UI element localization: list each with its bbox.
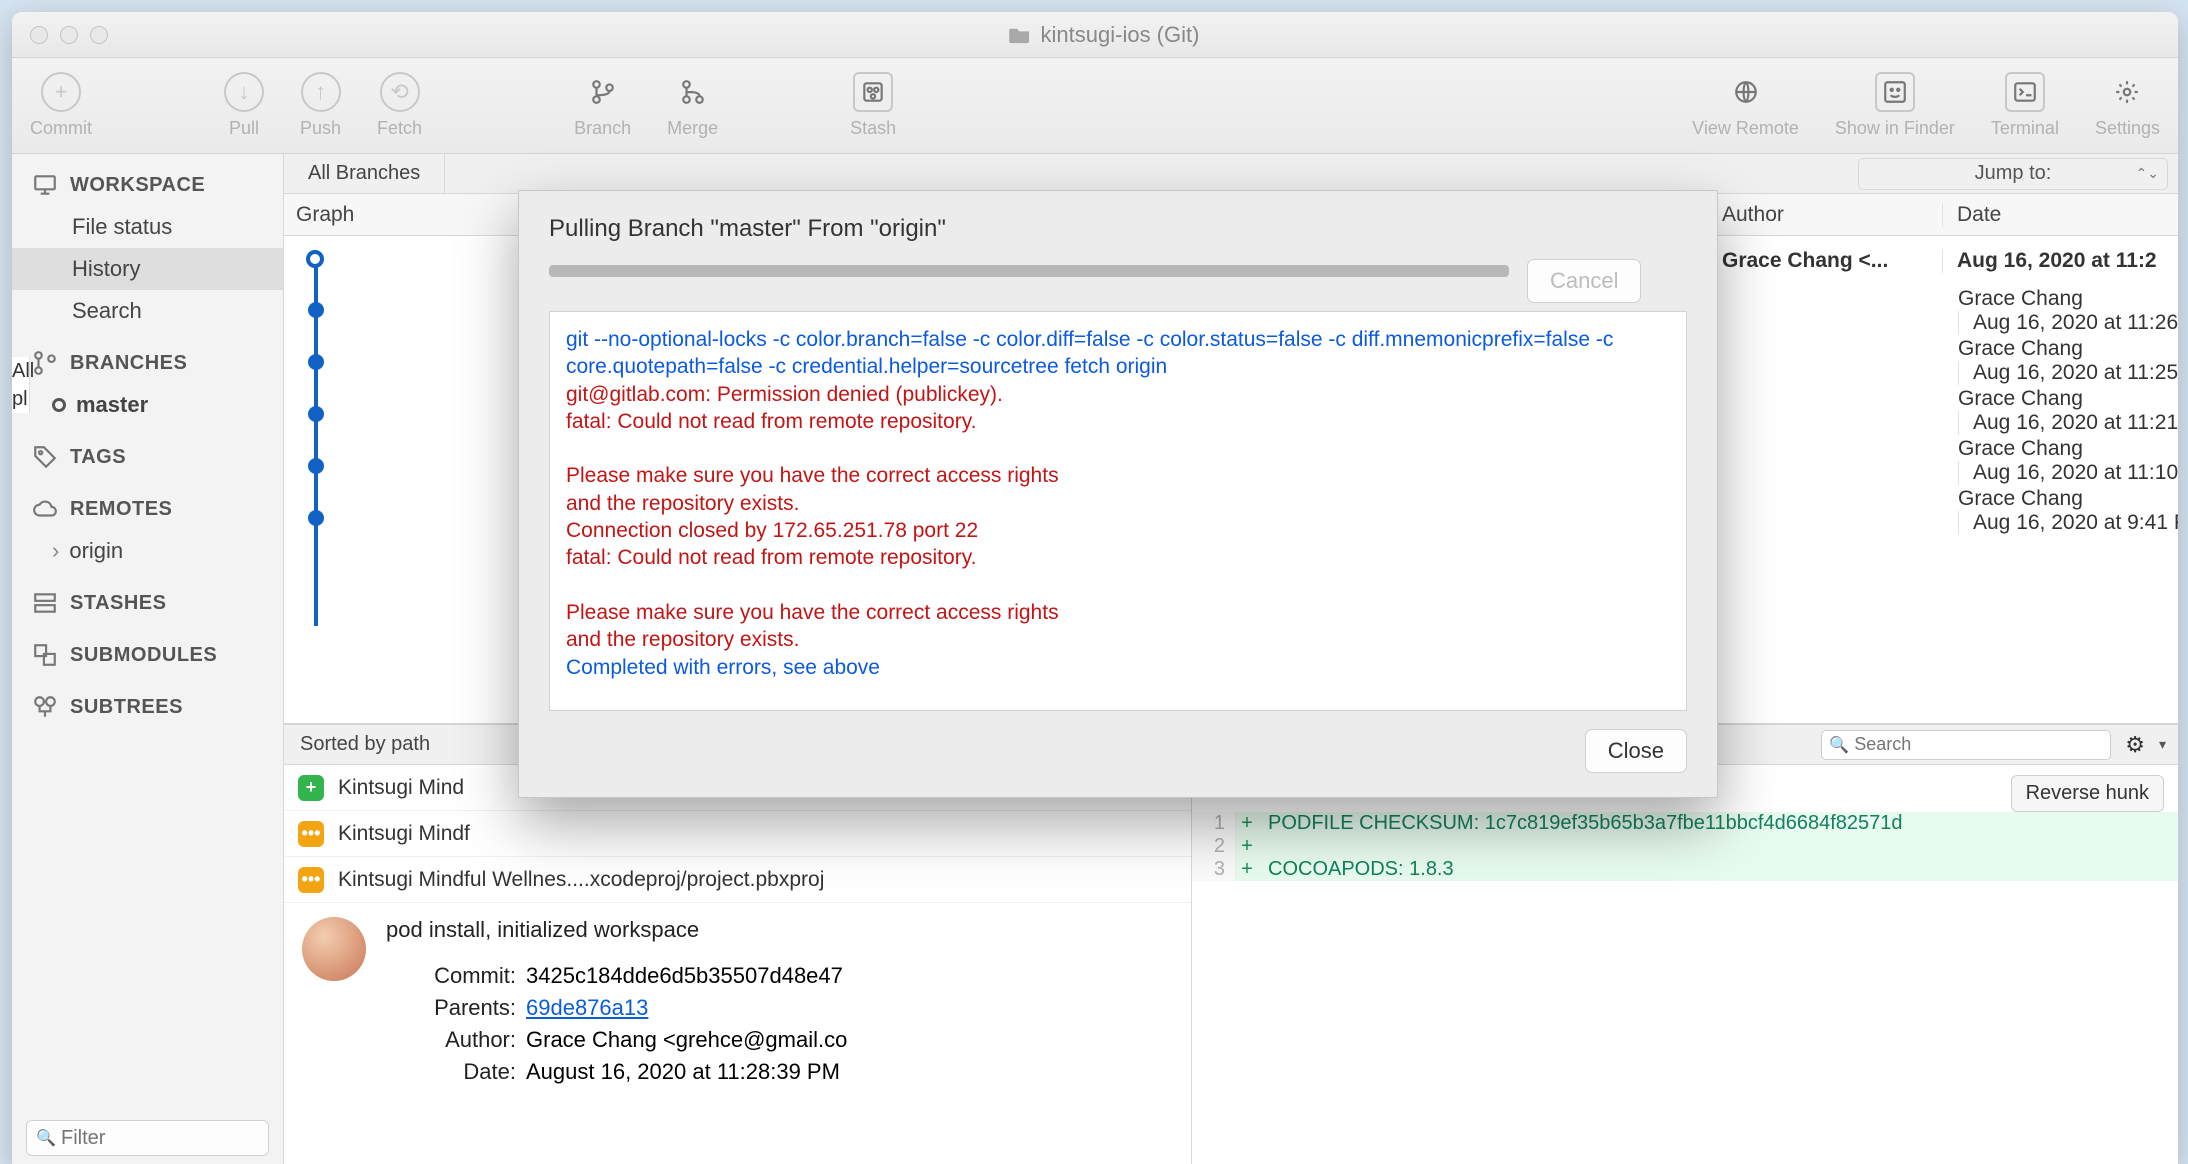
cancel-button[interactable]: Cancel (1527, 259, 1641, 303)
progress-bar (549, 265, 1509, 277)
stash-icon (853, 72, 893, 112)
commit-detail: pod install, initialized workspace Commi… (284, 903, 1191, 1099)
console-output: git --no-optional-locks -c color.branch=… (549, 311, 1687, 711)
window-title: kintsugi-ios (Git) (108, 22, 2100, 48)
avatar (302, 917, 366, 981)
parent-link[interactable]: 69de876a13 (526, 995, 648, 1020)
window-controls (30, 26, 108, 44)
diff-line: 1+PODFILE CHECKSUM: 1c7c819ef35b65b3a7fb… (1192, 812, 2178, 835)
left-tab-pl[interactable]: pl (12, 388, 29, 411)
tags-header[interactable]: TAGS (12, 436, 283, 478)
commit-node[interactable] (308, 302, 324, 318)
reverse-hunk-button[interactable]: Reverse hunk (2011, 775, 2164, 812)
fetch-button[interactable]: ⟲Fetch (377, 72, 422, 139)
remotes-header[interactable]: REMOTES (12, 488, 283, 530)
globe-icon (1726, 72, 1766, 112)
titlebar: kintsugi-ios (Git) (12, 12, 2178, 58)
sidebar-item-origin[interactable]: › origin (12, 530, 283, 572)
sidebar: WORKSPACE File status History Search BRA… (12, 154, 284, 1164)
stash-button[interactable]: Stash (850, 72, 896, 139)
commit-node[interactable] (308, 406, 324, 422)
terminal-button[interactable]: Terminal (1991, 72, 2059, 139)
commit-node[interactable] (306, 250, 324, 268)
cloud-icon (32, 496, 58, 522)
app-window: kintsugi-ios (Git) +Commit ↓Pull ↑Push ⟲… (12, 12, 2178, 1164)
left-tab-strip: All pl (12, 357, 30, 413)
left-tab-all[interactable]: All (12, 360, 29, 383)
close-window-button[interactable] (30, 26, 48, 44)
commit-node[interactable] (308, 458, 324, 474)
commit-date: August 16, 2020 at 11:28:39 PM (526, 1059, 847, 1085)
close-button[interactable]: Close (1585, 729, 1687, 773)
sidebar-item-search[interactable]: Search (12, 290, 283, 332)
stashes-icon (32, 590, 58, 616)
settings-button[interactable]: Settings (2095, 72, 2160, 139)
terminal-icon (2005, 72, 2045, 112)
submodules-icon (32, 642, 58, 668)
commit-node[interactable] (308, 354, 324, 370)
diff-line: 3+COCOAPODS: 1.8.3 (1192, 858, 2178, 881)
zoom-window-button[interactable] (90, 26, 108, 44)
branch-icon (583, 72, 623, 112)
window-title-text: kintsugi-ios (Git) (1041, 22, 1200, 48)
submodules-header[interactable]: SUBMODULES (12, 634, 283, 676)
sidebar-item-master[interactable]: master (12, 384, 283, 426)
diff-search-input[interactable] (1821, 730, 2111, 760)
diff-line: 2+ (1192, 835, 2178, 858)
arrow-up-icon: ↑ (301, 72, 341, 112)
commit-author: Grace Chang <grehce@gmail.co (526, 1027, 847, 1053)
subtrees-icon (32, 694, 58, 720)
merge-icon (673, 72, 713, 112)
tab-all-branches[interactable]: All Branches (284, 154, 445, 193)
sidebar-item-file-status[interactable]: File status (12, 206, 283, 248)
file-row[interactable]: •••Kintsugi Mindful Wellnes....xcodeproj… (284, 857, 1191, 903)
stashes-header[interactable]: STASHES (12, 582, 283, 624)
search-icon: 🔍 (36, 1128, 56, 1148)
commit-node[interactable] (308, 510, 324, 526)
file-status-badge: + (298, 775, 324, 801)
folder-icon (1009, 26, 1031, 44)
sidebar-filter-input[interactable] (26, 1120, 269, 1156)
column-graph[interactable]: Graph (284, 203, 534, 227)
commit-hash: 3425c184dde6d5b35507d48e47 (526, 963, 847, 989)
gear-icon (2107, 72, 2147, 112)
commit-button[interactable]: +Commit (30, 72, 92, 139)
chevron-down-icon[interactable]: ▾ (2159, 736, 2166, 753)
subtrees-header[interactable]: SUBTREES (12, 686, 283, 728)
show-in-finder-button[interactable]: Show in Finder (1835, 72, 1955, 139)
commit-graph (284, 236, 534, 723)
finder-icon (1875, 72, 1915, 112)
file-row[interactable]: •••Kintsugi Mindf (284, 811, 1191, 857)
workspace-header[interactable]: WORKSPACE (12, 164, 283, 206)
file-status-badge: ••• (298, 821, 324, 847)
chevron-right-icon: › (52, 538, 59, 564)
commit-message: pod install, initialized workspace (386, 917, 847, 943)
merge-button[interactable]: Merge (667, 72, 718, 139)
search-icon: 🔍 (1829, 735, 1849, 755)
branch-button[interactable]: Branch (574, 72, 631, 139)
pull-button[interactable]: ↓Pull (224, 72, 264, 139)
current-branch-icon (52, 398, 66, 412)
view-remote-button[interactable]: View Remote (1692, 72, 1799, 139)
monitor-icon (32, 172, 58, 198)
column-date[interactable]: Date (1942, 203, 2178, 227)
sidebar-item-history[interactable]: History (12, 248, 283, 290)
gear-icon[interactable]: ⚙ (2125, 732, 2145, 758)
chevron-up-down-icon: ⌃⌄ (2136, 165, 2159, 182)
file-status-badge: ••• (298, 867, 324, 893)
plus-icon: + (41, 72, 81, 112)
toolbar: +Commit ↓Pull ↑Push ⟲Fetch Branch Merge … (12, 58, 2178, 154)
fetch-icon: ⟲ (380, 72, 420, 112)
dialog-title: Pulling Branch "master" From "origin" (549, 215, 1687, 243)
arrow-down-icon: ↓ (224, 72, 264, 112)
pull-dialog: Pulling Branch "master" From "origin" Ca… (518, 190, 1718, 798)
branch-icon (32, 350, 58, 376)
push-button[interactable]: ↑Push (300, 72, 341, 139)
branches-header[interactable]: BRANCHES (12, 342, 283, 384)
column-author[interactable]: Author (1712, 203, 1942, 227)
tag-icon (32, 444, 58, 470)
jump-to-dropdown[interactable]: Jump to: ⌃⌄ (1858, 158, 2168, 190)
minimize-window-button[interactable] (60, 26, 78, 44)
